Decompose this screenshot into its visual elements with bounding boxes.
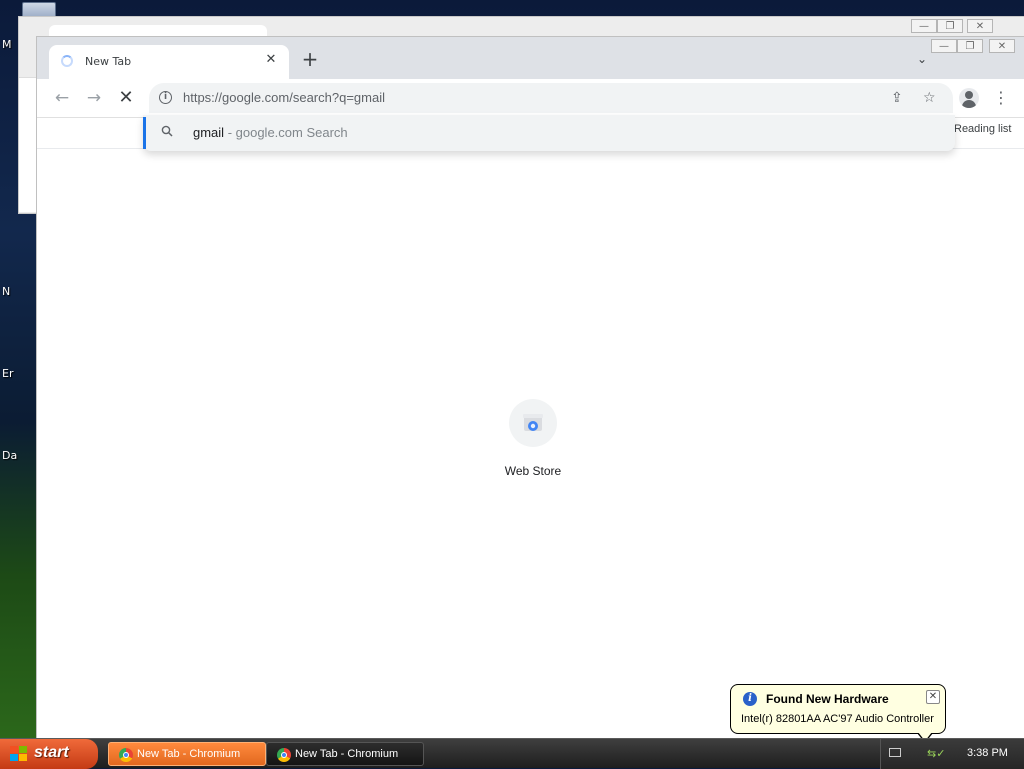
maximize-button[interactable]: ❐ [957,39,983,53]
suggestion-separator: - [224,125,236,140]
webstore-shortcut[interactable] [509,399,557,447]
toolbar: ← → ✕ i https://google.com/search?q=gmai… [37,79,1024,118]
taskbar-item-label: New Tab - Chromium [137,748,241,760]
desktop-icon-label-2[interactable]: N [2,285,10,298]
taskbar-item-chromium-2[interactable]: New Tab - Chromium [266,742,424,766]
info-icon: i [743,692,757,706]
chromium-icon [119,748,133,762]
windows-logo-icon [10,746,27,761]
webstore-icon [523,414,543,431]
taskbar-item-chromium-1[interactable]: New Tab - Chromium [108,742,266,766]
reading-list-button[interactable]: Reading list [954,123,1011,135]
suggestion-label: google.com Search [235,125,348,140]
back-window-minimize-button[interactable]: — [911,19,937,33]
minimize-button[interactable]: — [931,39,957,53]
stop-loading-icon[interactable]: ✕ [115,87,137,109]
suggestion-row[interactable]: gmail - google.com Search [193,125,348,140]
tab-close-icon[interactable]: ✕ [263,52,279,67]
chromium-icon [277,748,291,762]
desktop-icon-label-3[interactable]: Er [2,367,13,380]
back-window-close-button[interactable]: ✕ [967,19,993,33]
clock[interactable]: 3:38 PM [967,747,1008,759]
tab-search-button[interactable]: ⌄ [917,52,927,66]
background-window-content [19,77,37,212]
share-icon[interactable]: ⇪ [891,90,903,106]
tab-new-tab[interactable]: New Tab ✕ [49,45,289,79]
forward-arrow-icon[interactable]: → [83,87,105,109]
found-new-hardware-balloon[interactable]: i Found New Hardware ✕ Intel(r) 82801AA … [730,684,946,743]
tab-strip: New Tab ✕ + ⌄ — ❐ ✕ [37,37,1024,79]
start-button[interactable]: start [0,739,98,769]
keyboard-icon[interactable] [889,748,901,757]
chromium-window: New Tab ✕ + ⌄ — ❐ ✕ ← → ✕ i https://goog… [36,36,1024,738]
profile-avatar-icon[interactable] [959,88,979,108]
network-icon[interactable]: ⇆✓ [927,747,945,760]
tab-title: New Tab [85,55,132,68]
new-tab-button[interactable]: + [299,49,321,71]
site-info-icon[interactable]: i [159,91,172,104]
bookmark-star-icon[interactable]: ☆ [923,90,936,106]
webstore-label[interactable]: Web Store [483,464,583,478]
back-arrow-icon[interactable]: ← [51,87,73,109]
balloon-close-button[interactable]: ✕ [926,690,940,704]
taskbar: start New Tab - Chromium New Tab - Chrom… [0,738,1024,769]
system-tray: ⇆✓ 3:38 PM [880,739,1024,769]
desktop-icon-label-1[interactable]: M [2,38,12,51]
desktop: { "desktop": { "labels": ["M", "N", "Er"… [0,0,1024,769]
close-window-button[interactable]: ✕ [989,39,1015,53]
start-label: start [34,744,69,761]
taskbar-item-label: New Tab - Chromium [295,748,399,760]
omnibox-url-input[interactable]: https://google.com/search?q=gmail [183,90,385,105]
loading-spinner-icon [61,55,73,67]
back-window-maximize-button[interactable]: ❐ [937,19,963,33]
selection-indicator [143,117,146,149]
omnibox[interactable]: i https://google.com/search?q=gmail ⇪ ☆ [149,83,953,113]
search-icon [161,125,173,140]
balloon-title: Found New Hardware [766,692,889,706]
balloon-message: Intel(r) 82801AA AC'97 Audio Controller [741,713,934,725]
suggestion-query: gmail [193,125,225,140]
omnibox-suggestions: gmail - google.com Search [143,115,955,151]
more-menu-icon[interactable]: ⋮ [993,87,1009,109]
desktop-icon-label-4[interactable]: Da [2,449,17,462]
